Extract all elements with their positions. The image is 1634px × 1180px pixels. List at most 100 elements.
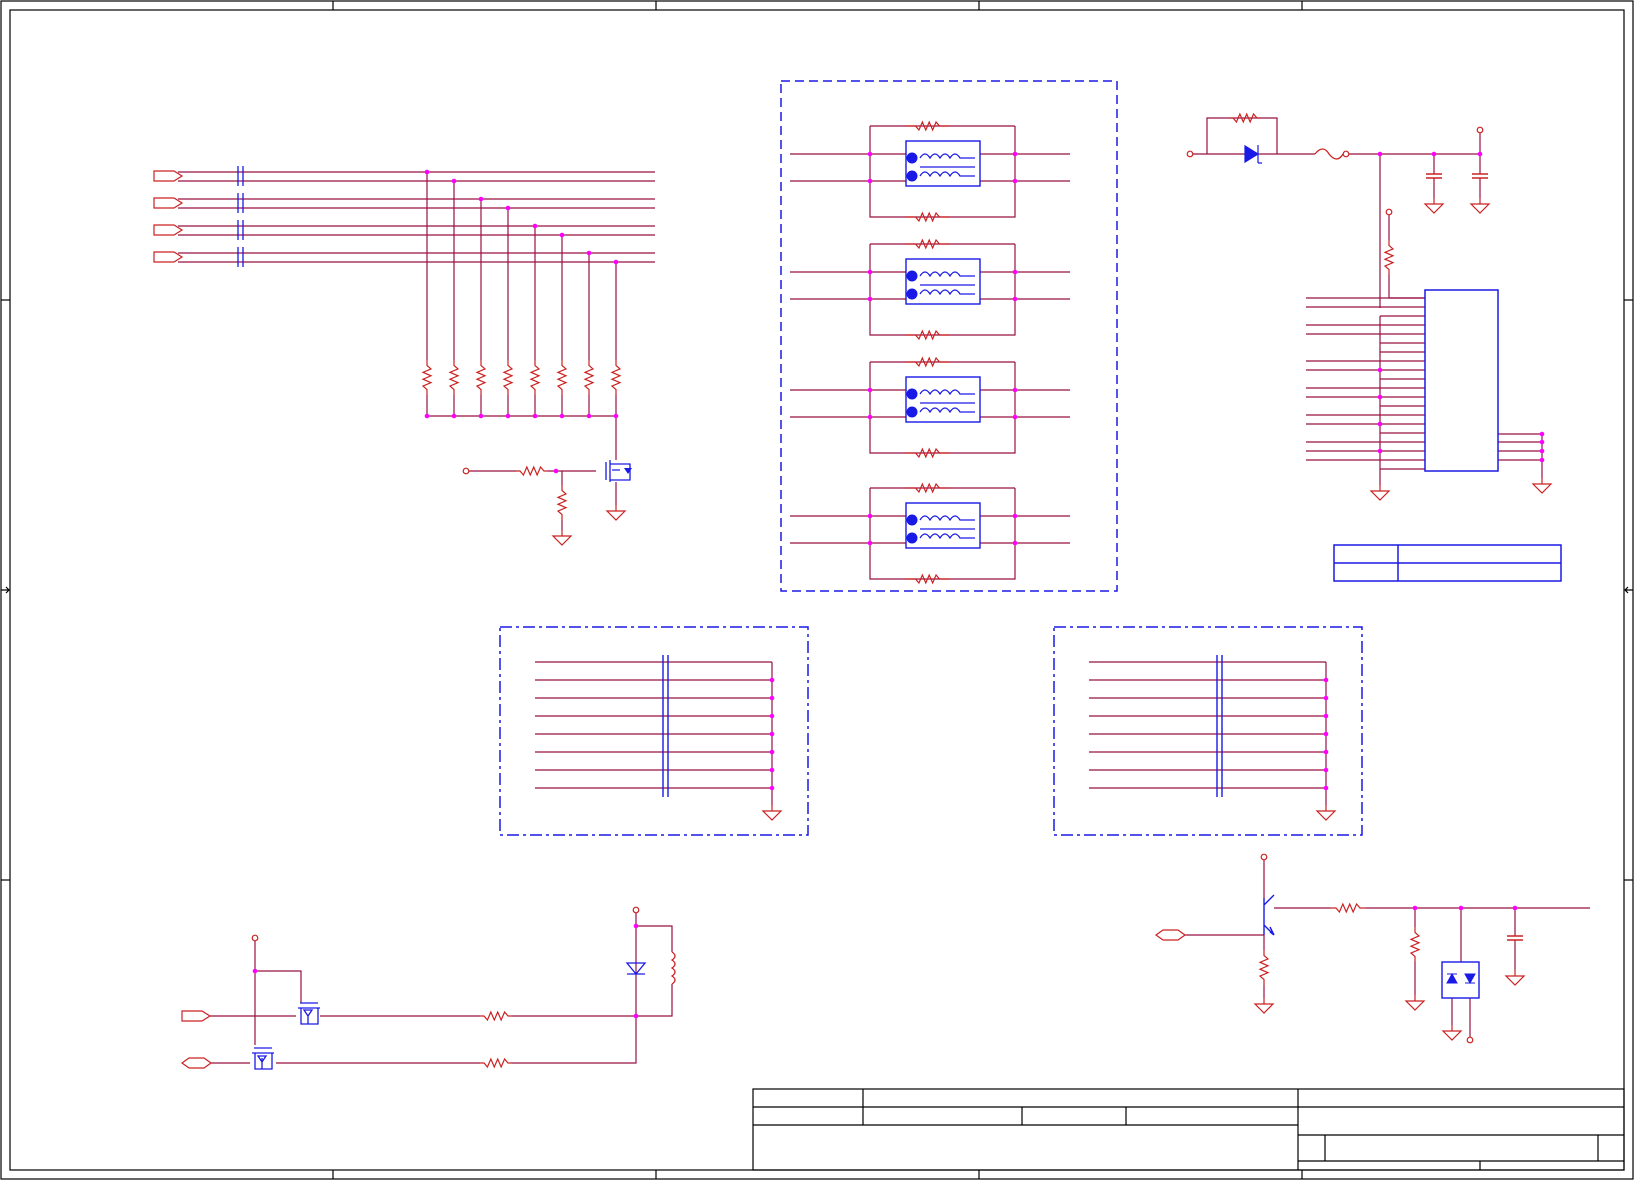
junction-dot [1377, 151, 1383, 157]
wire [636, 984, 673, 1017]
junction-dot [1323, 731, 1329, 737]
junction-dot [769, 731, 775, 737]
junction-dot [1458, 905, 1464, 911]
resistor [905, 482, 950, 494]
junction-dot [867, 269, 873, 275]
ground-symbol [1253, 998, 1275, 1014]
junction-dot [769, 677, 775, 683]
ground-symbol [605, 505, 627, 521]
esd-diode-package [1441, 961, 1480, 999]
transformer-pin [906, 288, 918, 300]
resistor [556, 485, 568, 520]
ground-symbol [1469, 198, 1491, 214]
ground-symbol [551, 530, 573, 546]
resistor [421, 360, 433, 395]
junction-dot [613, 259, 619, 265]
transformer-box [905, 140, 981, 187]
ground-symbol [1504, 970, 1526, 986]
junction-dot [1012, 414, 1018, 420]
junction-dot [1377, 448, 1383, 454]
junction-dot [1377, 367, 1383, 373]
junction-dot [613, 413, 619, 419]
transformer-pin [906, 170, 918, 182]
reference-table [1333, 544, 1562, 582]
port-symbol [153, 251, 184, 263]
resistor [475, 360, 487, 395]
resistor [448, 360, 460, 395]
junction-dot [769, 749, 775, 755]
terminal-dot [1342, 150, 1350, 158]
resistor [529, 360, 541, 395]
resistor [583, 360, 595, 395]
junction-dot [553, 468, 559, 474]
resistor [1383, 240, 1395, 275]
junction-dot [1323, 785, 1329, 791]
transformer-box [905, 502, 981, 549]
junction-dot [769, 713, 775, 719]
junction-dot [1012, 513, 1018, 519]
junction-dot [505, 205, 511, 211]
resistor [480, 1057, 512, 1069]
coupling-capacitor [237, 247, 244, 267]
resistor [480, 1010, 512, 1022]
bjt [1263, 894, 1275, 936]
junction-dot [1539, 448, 1545, 454]
junction-dot [424, 169, 430, 175]
junction-dot [867, 414, 873, 420]
junction-dot [1539, 431, 1545, 437]
wire [636, 925, 673, 952]
junction-dot [867, 151, 873, 157]
terminal-dot [462, 467, 470, 475]
junction-dot [1412, 905, 1418, 911]
connector-group-left [499, 626, 809, 836]
junction-dot [505, 413, 511, 419]
connector-group-right [1053, 626, 1363, 836]
coupling-capacitor [237, 193, 244, 213]
junction-layer [252, 151, 1545, 1019]
junction-dot [769, 785, 775, 791]
transformer-pin [906, 532, 918, 544]
esd-diodes [1446, 972, 1476, 985]
transformer-pin [906, 388, 918, 400]
junction-dot [586, 413, 592, 419]
ground-symbol [1423, 198, 1445, 214]
port-symbol [1154, 929, 1187, 941]
dashed-group-boxes [499, 80, 1363, 836]
resistor [610, 360, 622, 395]
junction-dot [559, 413, 565, 419]
resistor [1258, 950, 1270, 985]
junction-dot [867, 178, 873, 184]
transformer-pin [906, 270, 918, 282]
wire [1206, 117, 1278, 154]
fuse [1314, 148, 1344, 160]
junction-dot [1539, 457, 1545, 463]
port-symbol [153, 170, 184, 182]
capacitor [1507, 935, 1523, 941]
schematic-canvas [0, 0, 1634, 1180]
resistor [905, 329, 950, 341]
capacitor [1472, 173, 1488, 179]
ground-symbol [1315, 805, 1337, 821]
resistor [516, 465, 548, 477]
junction-dot [1012, 269, 1018, 275]
port-symbol [153, 224, 184, 236]
junction-dot [559, 232, 565, 238]
junction-dot [1012, 387, 1018, 393]
junction-dot [1323, 767, 1329, 773]
junction-dot [633, 1013, 639, 1019]
ground-symbol [1531, 478, 1553, 494]
coupling-capacitor [237, 166, 244, 186]
wire [255, 970, 302, 1003]
junction-dot [867, 513, 873, 519]
junction-dot [1477, 151, 1483, 157]
transformer-box [905, 258, 981, 305]
junction-dot [867, 540, 873, 546]
ground-symbol [1369, 485, 1391, 501]
transformer-pin [906, 514, 918, 526]
terminal-dot [251, 934, 259, 942]
resistor [502, 360, 514, 395]
resistor [905, 120, 950, 132]
junction-dot [478, 196, 484, 202]
transformer-pin [906, 406, 918, 418]
junction-dot [1323, 677, 1329, 683]
